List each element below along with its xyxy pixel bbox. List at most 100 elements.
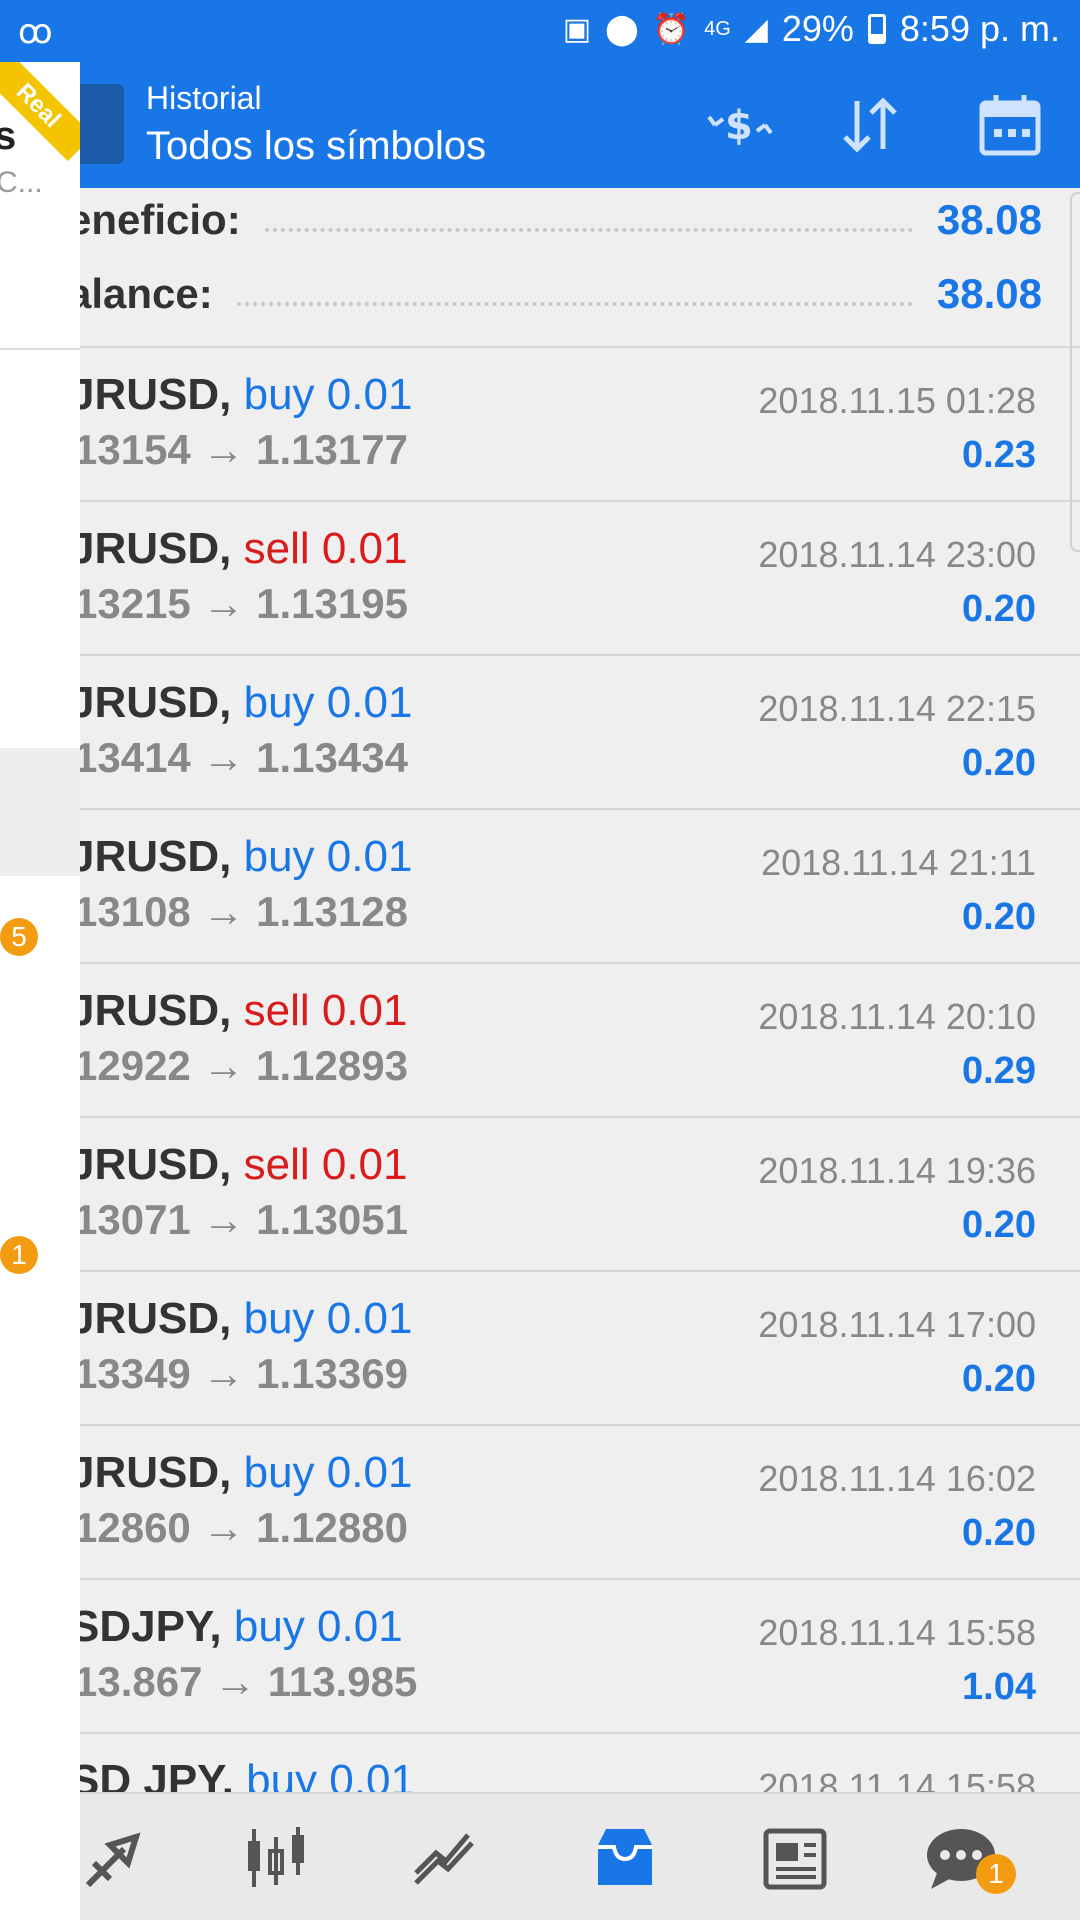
deal-symbol-line: JRUSD, sell 0.01 bbox=[80, 524, 408, 574]
deal-symbol-line: JRUSD, buy 0.01 bbox=[80, 1294, 412, 1344]
profit-label: eneficio: bbox=[80, 196, 241, 243]
balance-value: 38.08 bbox=[936, 270, 1042, 317]
deal-row[interactable]: JRUSD, buy 0.01 13414 → 1.13434 2018.11.14… bbox=[80, 656, 1080, 810]
sort-icon[interactable] bbox=[830, 90, 910, 160]
currency-exchange-icon[interactable]: $ bbox=[700, 90, 780, 160]
deal-time: 2018.11.14 15:58 bbox=[758, 1612, 1036, 1653]
deal-volume: buy 0.01 bbox=[243, 370, 413, 419]
balance-label: alance: bbox=[80, 270, 213, 317]
deal-symbol-line: JRUSD, buy 0.01 bbox=[80, 832, 412, 882]
profit-row: eneficio: 38.08 bbox=[80, 190, 1042, 250]
balance-row: alance: 38.08 bbox=[80, 264, 1042, 324]
deal-symbol-line: SDJPY, buy 0.01 bbox=[80, 1602, 403, 1652]
deal-list: JRUSD, buy 0.01 13154 → 1.13177 2018.11.15… bbox=[80, 348, 1080, 1792]
deal-volume: buy 0.01 bbox=[233, 1602, 403, 1651]
deal-row[interactable]: JRUSD, sell 0.01 12922 → 1.12893 2018.11.1… bbox=[80, 964, 1080, 1118]
signal-icon: ◢ bbox=[744, 12, 768, 46]
deal-profit: 0.29 bbox=[962, 1050, 1036, 1092]
deal-time: 2018.11.14 20:10 bbox=[758, 996, 1036, 1037]
deal-row[interactable]: SDJPY, buy 0.01 13.867 → 113.985 2018.11.1… bbox=[80, 1580, 1080, 1734]
deal-volume: sell 0.01 bbox=[243, 524, 408, 573]
side-drawer[interactable]: Real s C... 5 1 bbox=[0, 62, 80, 1920]
history-icon[interactable] bbox=[580, 1818, 670, 1898]
history-summary: eneficio: 38.08 alance: 38.08 bbox=[80, 188, 1080, 348]
deal-prices: 13215 → 1.13195 bbox=[80, 580, 408, 627]
deal-symbol-line: SD JPY, buy 0.01 bbox=[80, 1756, 415, 1792]
deal-time: 2018.11.14 22:15 bbox=[758, 688, 1036, 729]
status-bar: ꝏ ▣ ⬤ ⏰ 4G ◢ 29% 8:59 p. m. bbox=[0, 0, 1080, 62]
drawer-divider bbox=[0, 348, 80, 350]
deal-volume: buy 0.01 bbox=[243, 678, 413, 727]
deal-prices: 13.867 → 113.985 bbox=[80, 1658, 418, 1705]
deal-time: 2018.11.14 16:02 bbox=[758, 1458, 1036, 1499]
deal-profit: 0.20 bbox=[962, 588, 1036, 630]
history-content[interactable]: eneficio: 38.08 alance: 38.08 JRUSD, buy… bbox=[80, 188, 1080, 1792]
deal-prices: 13108 → 1.13128 bbox=[80, 888, 408, 935]
news-icon[interactable] bbox=[750, 1818, 840, 1898]
dotted-leader bbox=[236, 282, 913, 306]
drawer-badge-news: 1 bbox=[0, 1236, 38, 1274]
deal-profit: 0.20 bbox=[962, 742, 1036, 784]
svg-text:$: $ bbox=[725, 103, 753, 149]
bottom-navigation: 1 bbox=[80, 1792, 1080, 1920]
deal-symbol: JRUSD, bbox=[80, 524, 232, 573]
deal-symbol: JRUSD, bbox=[80, 1448, 232, 1497]
deal-symbol-line: JRUSD, buy 0.01 bbox=[80, 370, 412, 420]
deal-prices: 13414 → 1.13434 bbox=[80, 734, 408, 781]
deal-profit: 0.20 bbox=[962, 1358, 1036, 1400]
voicemail-icon: ꝏ bbox=[18, 13, 53, 51]
drawer-badge-mail: 5 bbox=[0, 918, 38, 956]
deal-row[interactable]: JRUSD, sell 0.01 13215 → 1.13195 2018.11.1… bbox=[80, 502, 1080, 656]
deal-symbol: JRUSD, bbox=[80, 832, 232, 881]
deal-row[interactable]: JRUSD, sell 0.01 13071 → 1.13051 2018.11.1… bbox=[80, 1118, 1080, 1272]
deal-symbol: JRUSD, bbox=[80, 1140, 232, 1189]
header-subtitle: Historial bbox=[146, 80, 262, 116]
deal-symbol: JRUSD, bbox=[80, 370, 232, 419]
calendar-icon[interactable] bbox=[970, 90, 1050, 160]
deal-symbol-line: JRUSD, sell 0.01 bbox=[80, 986, 408, 1036]
deal-row[interactable]: JRUSD, buy 0.01 13154 → 1.13177 2018.11.15… bbox=[80, 348, 1080, 502]
drawer-account-initial: s bbox=[0, 114, 17, 158]
deal-symbol-line: JRUSD, sell 0.01 bbox=[80, 1140, 408, 1190]
deal-symbol-line: JRUSD, buy 0.01 bbox=[80, 678, 412, 728]
deal-prices: 12922 → 1.12893 bbox=[80, 1042, 408, 1089]
quotes-icon[interactable] bbox=[230, 1818, 320, 1898]
deal-prices: 13154 → 1.13177 bbox=[80, 426, 408, 473]
deal-profit: 0.23 bbox=[962, 434, 1036, 476]
alarm-icon: ⏰ bbox=[652, 12, 691, 46]
deal-symbol: JRUSD, bbox=[80, 1294, 232, 1343]
battery-icon bbox=[867, 14, 886, 44]
deal-time: 2018.11.15 01:28 bbox=[758, 380, 1036, 421]
deal-profit: 1.04 bbox=[962, 1666, 1036, 1708]
battery-percent: 29% bbox=[781, 8, 854, 49]
location-icon: ⬤ bbox=[605, 12, 639, 46]
app-header: Historial Todos los símbolos $ bbox=[74, 62, 1080, 188]
chat-badge: 1 bbox=[976, 1854, 1016, 1894]
deal-profit: 0.20 bbox=[962, 896, 1036, 938]
deal-symbol: JRUSD, bbox=[80, 986, 232, 1035]
deal-row[interactable]: SD JPY, buy 0.01 2018.11.14 15:58 bbox=[80, 1734, 1080, 1792]
deal-prices: 13071 → 1.13051 bbox=[80, 1196, 408, 1243]
deal-row[interactable]: JRUSD, buy 0.01 13108 → 1.13128 2018.11.14… bbox=[80, 810, 1080, 964]
deal-symbol: JRUSD, bbox=[80, 678, 232, 727]
app-logo-icon[interactable] bbox=[74, 84, 124, 164]
drawer-account-sub: C... bbox=[0, 166, 43, 199]
header-title[interactable]: Todos los símbolos bbox=[146, 124, 486, 169]
dotted-leader bbox=[264, 208, 913, 232]
deal-symbol: SDJPY, bbox=[80, 1602, 222, 1651]
deal-symbol: SD JPY, bbox=[80, 1756, 234, 1792]
deal-time: 2018.11.14 21:11 bbox=[761, 842, 1036, 883]
trade-icon[interactable] bbox=[70, 1818, 160, 1898]
deal-row[interactable]: JRUSD, buy 0.01 13349 → 1.13369 2018.11.14… bbox=[80, 1272, 1080, 1426]
battery-saver-icon: ▣ bbox=[562, 12, 592, 46]
chart-icon[interactable] bbox=[400, 1818, 490, 1898]
deal-time: 2018.11.14 19:36 bbox=[758, 1150, 1036, 1191]
deal-time: 2018.11.14 23:00 bbox=[758, 534, 1036, 575]
deal-volume: buy 0.01 bbox=[246, 1756, 415, 1792]
deal-volume: sell 0.01 bbox=[243, 1140, 408, 1189]
deal-row[interactable]: JRUSD, buy 0.01 12860 → 1.12880 2018.11.14… bbox=[80, 1426, 1080, 1580]
deal-volume: buy 0.01 bbox=[243, 1294, 413, 1343]
profit-value: 38.08 bbox=[936, 196, 1042, 243]
drawer-selected-item[interactable] bbox=[0, 748, 80, 876]
deal-prices: 13349 → 1.13369 bbox=[80, 1350, 408, 1397]
